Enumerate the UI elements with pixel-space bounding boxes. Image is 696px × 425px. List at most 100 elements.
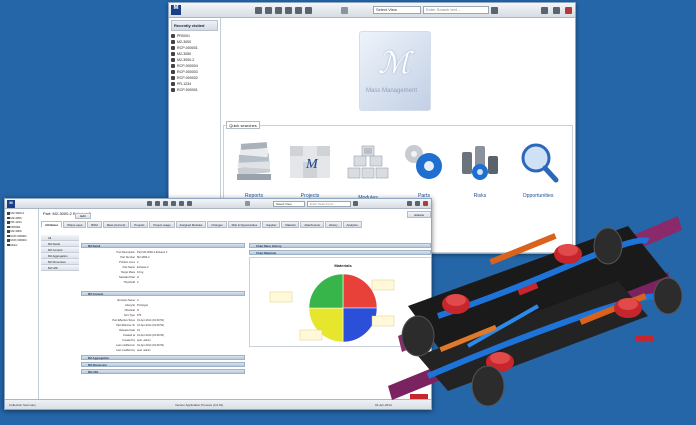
part-icon <box>7 216 10 219</box>
field-row: Last modified by auto -admin <box>116 349 151 352</box>
copy-icon[interactable] <box>295 7 302 14</box>
section-content-header[interactable]: M2 Content <box>81 291 245 296</box>
section-detail-header[interactable]: M2 Detail <box>81 243 245 248</box>
field-row: Target Mass 10 kg <box>120 271 144 274</box>
tab-material[interactable]: Material <box>281 221 300 228</box>
projects-icon: M <box>290 146 330 178</box>
copy-icon[interactable] <box>179 201 184 206</box>
field-row: Created at 01-Apr-2014 (04:49:53) <box>122 334 164 337</box>
settings-icon[interactable] <box>305 7 312 14</box>
status-left: Collection Summary <box>9 403 36 407</box>
tab-attributes[interactable]: Attributes <box>41 221 63 228</box>
tab-changes[interactable]: Changes <box>207 221 227 228</box>
select-view-dropdown[interactable]: Select View <box>373 6 421 14</box>
part-icon <box>171 76 175 80</box>
home-icon[interactable] <box>255 7 262 14</box>
m-letter-icon: ℳ <box>378 47 411 80</box>
front-toolbar: M Select View Enter Search text ... <box>5 199 431 209</box>
edit-button[interactable]: Edit <box>75 213 91 219</box>
weights-icon <box>462 146 498 180</box>
nav-item-lwl[interactable]: M2 LWL <box>41 265 79 271</box>
print-icon[interactable] <box>163 201 168 206</box>
callout-box <box>299 329 323 341</box>
part-icon <box>171 70 175 74</box>
chart-title: Materials <box>334 263 352 268</box>
search-input[interactable]: Enter Search text ... <box>423 6 489 14</box>
pie-slice <box>308 273 344 309</box>
home-icon[interactable] <box>147 201 152 206</box>
field-row: Sort Type P/S <box>123 314 142 317</box>
tab-bom[interactable]: BOM <box>87 221 102 228</box>
pie-slice <box>342 273 378 309</box>
field-row: Standard Part ✖ <box>118 276 140 279</box>
back-toolbar: M Select View Enter Search text ... <box>169 3 575 18</box>
users-icon[interactable] <box>341 7 348 14</box>
search-icon[interactable] <box>353 201 358 206</box>
tab-assigned-modules[interactable]: Assigned Modules <box>175 221 207 228</box>
svg-text:M: M <box>305 157 319 172</box>
section-lwl-header[interactable]: M2 LWL <box>81 369 245 374</box>
mass-management-logo: ℳ Mass Management <box>359 31 431 111</box>
binoculars-icon[interactable] <box>285 7 292 14</box>
list-item[interactable]: RCP-000001 <box>169 87 220 93</box>
field-row: Last modified on 01-Apr-2014 (04:49:53) <box>115 344 164 347</box>
refresh-icon[interactable] <box>265 7 272 14</box>
part-icon <box>7 212 10 215</box>
part-icon <box>171 46 175 50</box>
tab-projects[interactable]: Projects <box>130 221 149 228</box>
part-icon <box>171 58 175 62</box>
print-icon[interactable] <box>275 7 282 14</box>
field-row: Part Description Part M2-3000-2 Exhaust 2 <box>116 251 168 254</box>
tab-project-usage[interactable]: Project usage <box>149 221 175 228</box>
tab-history[interactable]: History <box>324 221 342 228</box>
tab-analytics[interactable]: Analytics <box>342 221 362 228</box>
user-icon[interactable] <box>541 7 548 14</box>
part-icon <box>171 40 175 44</box>
field-row: Part Number M2-3000-2 <box>120 256 150 259</box>
part-icon <box>171 82 175 86</box>
power-icon[interactable] <box>565 7 572 14</box>
tab-mass[interactable]: Mass (Current) <box>102 221 130 228</box>
tab-bar: Attributes Where used BOM Mass (Current)… <box>41 221 431 229</box>
tab-risk-opportunities[interactable]: Risk & Opportunities <box>227 221 262 228</box>
search-input[interactable]: Enter Search text ... <box>307 201 351 207</box>
front-sidebar: M2-3000-2 M2-3050 PR-1234 PR0001 M2-3000… <box>5 209 39 399</box>
section-dimension-header[interactable]: M2 Dimension <box>81 362 245 367</box>
section-aggregation-header[interactable]: M2 Aggregation <box>81 355 245 360</box>
status-center: Version Application Process (4.0.01) <box>175 403 224 407</box>
tab-where-used[interactable]: Where used <box>63 221 87 228</box>
help-icon[interactable] <box>553 7 560 14</box>
field-row: Product Lines 2 <box>119 261 139 264</box>
tab-attachments[interactable]: Attachments <box>300 221 324 228</box>
field-row: Created by auto -admin <box>122 339 151 342</box>
part-icon <box>7 221 10 224</box>
quick-searches-tab[interactable]: Quick searches <box>226 121 260 129</box>
part-icon <box>7 243 10 246</box>
refresh-icon[interactable] <box>155 201 160 206</box>
status-bar: Collection Summary Version Application P… <box>5 399 431 409</box>
users-icon[interactable] <box>245 201 250 206</box>
quick-search-reports[interactable]: Reports <box>228 140 280 200</box>
part-icon <box>7 225 10 228</box>
part-icon <box>171 52 175 56</box>
part-icon <box>171 64 175 68</box>
list-item[interactable]: Risks <box>5 243 38 248</box>
select-view-dropdown[interactable]: Select View <box>273 201 305 207</box>
field-row: Lifecycle Prototype <box>124 304 149 307</box>
app-logo-icon: M <box>7 200 15 208</box>
logo-text: Mass Management <box>366 88 418 94</box>
tab-supplier[interactable]: Supplier <box>262 221 281 228</box>
field-row: Revision Name A <box>117 299 139 302</box>
part-icon <box>171 34 175 38</box>
quick-search-projects[interactable]: M Projects <box>284 140 336 200</box>
binoculars-icon[interactable] <box>171 201 176 206</box>
app-logo-icon: M <box>171 5 181 15</box>
search-icon[interactable] <box>491 7 498 14</box>
field-row: Part Name Exhaust 2 <box>122 266 149 269</box>
field-row: Part Effective To 01-Apr-2014 (04:49:53) <box>116 324 164 327</box>
settings-icon[interactable] <box>187 201 192 206</box>
field-row: Obsolete ✖ <box>124 309 140 312</box>
section-nav: All M2 Detail M2 Content M2 Aggregation … <box>41 235 79 271</box>
field-row: Part Effective Since 01-Apr-2014 (04:49:5… <box>112 319 164 322</box>
callout-box <box>269 291 293 303</box>
